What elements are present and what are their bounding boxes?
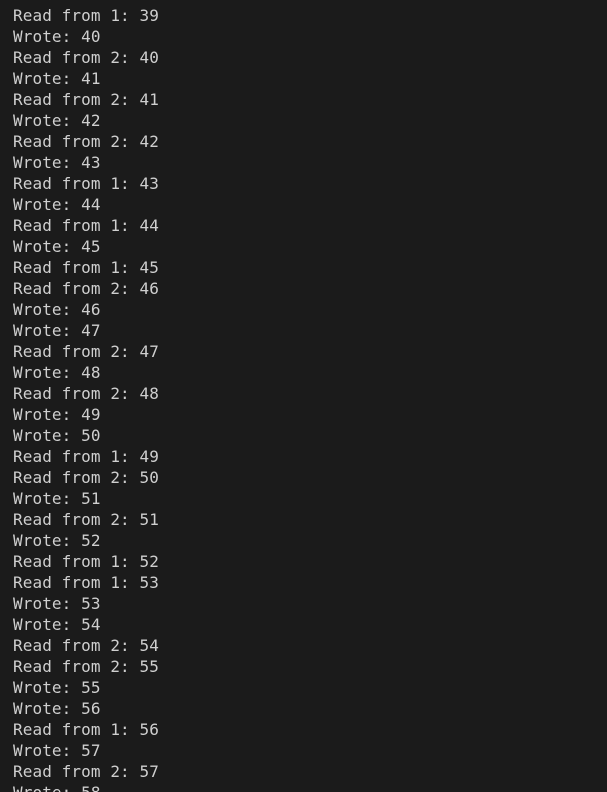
output-line: Wrote: 51 — [13, 489, 101, 508]
output-line: Read from 2: 40 — [13, 48, 159, 67]
output-line: Wrote: 40 — [13, 27, 101, 46]
output-line: Read from 1: 49 — [13, 447, 159, 466]
output-line: Wrote: 55 — [13, 678, 101, 697]
output-line: Read from 2: 47 — [13, 342, 159, 361]
terminal-output: Read from 1: 39 Wrote: 40 Read from 2: 4… — [13, 5, 607, 792]
output-line: Read from 1: 43 — [13, 174, 159, 193]
output-line: Wrote: 46 — [13, 300, 101, 319]
output-line: Read from 2: 42 — [13, 132, 159, 151]
output-line: Wrote: 43 — [13, 153, 101, 172]
output-line: Wrote: 42 — [13, 111, 101, 130]
output-line: Read from 2: 54 — [13, 636, 159, 655]
output-line: Read from 2: 50 — [13, 468, 159, 487]
output-line: Read from 2: 51 — [13, 510, 159, 529]
output-line: Read from 2: 41 — [13, 90, 159, 109]
output-line: Read from 1: 52 — [13, 552, 159, 571]
output-line: Wrote: 52 — [13, 531, 101, 550]
output-line: Read from 1: 56 — [13, 720, 159, 739]
output-line: Wrote: 49 — [13, 405, 101, 424]
output-line: Wrote: 53 — [13, 594, 101, 613]
output-line: Read from 1: 39 — [13, 6, 159, 25]
terminal-window[interactable]: Read from 1: 39 Wrote: 40 Read from 2: 4… — [0, 0, 607, 792]
output-line: Wrote: 45 — [13, 237, 101, 256]
output-line: Wrote: 48 — [13, 363, 101, 382]
output-line: Wrote: 56 — [13, 699, 101, 718]
output-line: Read from 1: 44 — [13, 216, 159, 235]
output-line: Wrote: 50 — [13, 426, 101, 445]
output-line: Read from 2: 48 — [13, 384, 159, 403]
output-line: Wrote: 47 — [13, 321, 101, 340]
output-line: Wrote: 58 — [13, 782, 607, 792]
output-line: Read from 1: 45 — [13, 258, 159, 277]
output-line: Wrote: 44 — [13, 195, 101, 214]
output-line: Read from 2: 46 — [13, 279, 159, 298]
output-line: Read from 1: 53 — [13, 573, 159, 592]
output-line: Read from 2: 55 — [13, 657, 159, 676]
output-line: Wrote: 54 — [13, 615, 101, 634]
output-line: Wrote: 57 — [13, 741, 101, 760]
output-line: Read from 2: 57 — [13, 762, 159, 781]
output-line: Wrote: 41 — [13, 69, 101, 88]
